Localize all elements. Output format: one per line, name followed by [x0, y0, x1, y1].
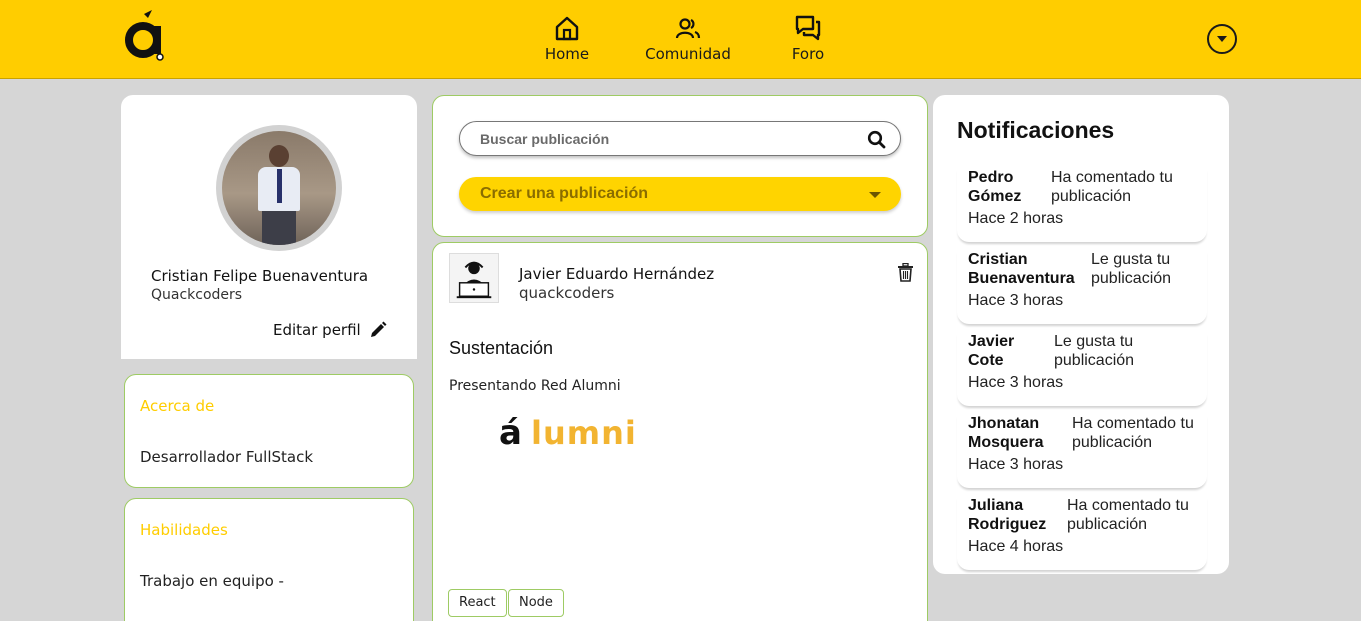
notifications-card: Notificaciones Pedro Gómez Ha comentado … [933, 95, 1229, 574]
post-author-name: Javier Eduardo Hernández [519, 265, 715, 283]
notification-message: Le gusta tu publicación [1091, 251, 1172, 287]
about-text: Desarrollador FullStack [140, 448, 314, 466]
notification-message: Le gusta tu publicación [1054, 333, 1135, 369]
skills-title: Habilidades [140, 521, 228, 539]
notification-name: Pedro Gómez [968, 169, 1022, 205]
trash-icon[interactable] [897, 263, 914, 282]
post-tag[interactable]: React [448, 589, 507, 617]
notification-item[interactable]: Cristian Buenaventura Le gusta tu public… [957, 250, 1207, 324]
notification-time: Hace 3 horas [968, 456, 1064, 473]
pencil-icon [370, 321, 387, 337]
create-post-label: Crear una publicación [480, 185, 649, 202]
notification-item[interactable]: Jhonatan Mosquera Ha comentado tu public… [957, 414, 1207, 488]
account-menu-button[interactable] [1207, 24, 1237, 54]
notification-name: Javier Cote [968, 333, 1015, 369]
edit-profile-label: Editar perfil [273, 321, 361, 339]
notification-time: Hace 3 horas [968, 374, 1064, 391]
notification-item[interactable]: Javier Cote Le gusta tu publicación Hace… [957, 332, 1207, 406]
notification-name: Juliana Rodriguez [968, 497, 1047, 533]
notification-message: Ha comentado tu publicación [1051, 169, 1173, 205]
nav-foro-label: Foro [791, 45, 825, 63]
post-image-alumni-logo: á lumni [499, 413, 674, 453]
post-author-organization: quackcoders [519, 284, 615, 302]
home-icon [555, 16, 579, 41]
search-icon[interactable] [867, 130, 886, 149]
notification-message: Ha comentado tu publicación [1072, 415, 1194, 451]
notifications-title: Notificaciones [957, 117, 1115, 143]
profile-name: Cristian Felipe Buenaventura [151, 267, 369, 285]
create-post-button[interactable]: Crear una publicación [459, 177, 901, 211]
nav-foro[interactable]: Foro [784, 14, 832, 63]
skills-card: Habilidades Trabajo en equipo - [124, 498, 414, 621]
notification-time: Hace 4 horas [968, 538, 1064, 555]
community-icon [675, 18, 701, 39]
notification-name: Jhonatan Mosquera [968, 415, 1044, 451]
skills-text: Trabajo en equipo - [140, 572, 284, 590]
search-card: Crear una publicación [432, 95, 928, 237]
app-logo[interactable] [124, 10, 168, 62]
profile-avatar[interactable] [216, 125, 342, 251]
search-box [459, 121, 901, 156]
forum-icon [795, 15, 821, 41]
post-image-logo-a: á [499, 413, 522, 453]
post-title: Sustentación [449, 338, 554, 358]
edit-profile-button[interactable]: Editar perfil [273, 321, 387, 339]
nav-comunidad[interactable]: Comunidad [640, 14, 736, 63]
nav-home-label: Home [544, 45, 590, 63]
profile-card: Cristian Felipe Buenaventura Quackcoders… [121, 95, 417, 359]
post-body: Presentando Red Alumni [449, 378, 621, 394]
post-author-avatar[interactable] [449, 253, 499, 303]
caret-down-icon [869, 192, 881, 198]
top-navbar: Home Comunidad Foro [0, 0, 1361, 79]
profile-organization: Quackcoders [151, 287, 243, 303]
notification-item[interactable]: Pedro Gómez Ha comentado tu publicación … [957, 168, 1207, 242]
post-card: Javier Eduardo Hernández quackcoders Sus… [432, 242, 928, 621]
about-card: Acerca de Desarrollador FullStack [124, 374, 414, 488]
notification-time: Hace 2 horas [968, 210, 1064, 227]
notification-name: Cristian Buenaventura [968, 251, 1075, 287]
about-title: Acerca de [140, 397, 215, 415]
notification-message: Ha comentado tu publicación [1067, 497, 1189, 533]
post-image-logo-text: lumni [531, 414, 637, 452]
search-input[interactable] [480, 128, 860, 150]
notification-item[interactable]: Juliana Rodriguez Ha comentado tu public… [957, 496, 1207, 570]
profile-photo [222, 131, 336, 245]
nav-home[interactable]: Home [540, 14, 594, 63]
nav-comunidad-label: Comunidad [645, 45, 731, 63]
notification-time: Hace 3 horas [968, 292, 1064, 309]
post-tag[interactable]: Node [508, 589, 564, 617]
